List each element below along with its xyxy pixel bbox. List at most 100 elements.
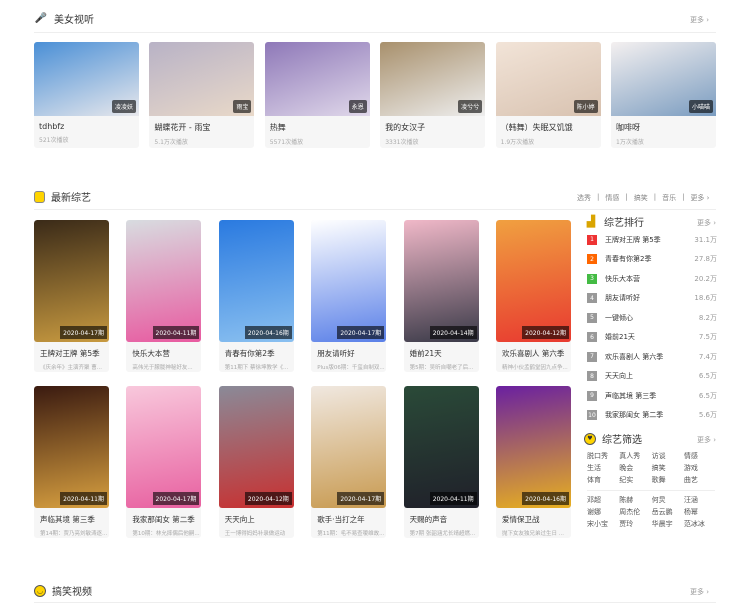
filter-person-link[interactable]: 谢娜 [587, 507, 601, 517]
filter-type-link[interactable]: 真人秀 [619, 451, 640, 461]
video-thumbnail[interactable]: 小喵喵 [611, 42, 716, 116]
rank-name[interactable]: 王牌对王牌 第5季 [605, 235, 694, 245]
show-title[interactable]: 歌手·当打之年 [311, 508, 386, 525]
video-title[interactable]: 蝴蝶花开 - 雨宝 [149, 116, 254, 133]
show-title[interactable]: 朋友请听好 [311, 342, 386, 359]
video-thumbnail[interactable]: 永恩 [264, 42, 370, 116]
ranking-item[interactable]: 2 青春有你第2季 27.8万 [587, 250, 717, 270]
ranking-item[interactable]: 8 天天向上 6.5万 [587, 367, 717, 387]
ranking-item[interactable]: 6 婚前21天 7.5万 [587, 328, 717, 348]
variety-card[interactable]: 2020-04-17期 歌手·当打之年 第11期：毛不易查嗄维故... [311, 386, 387, 538]
variety-card[interactable]: 2020-04-12期 天天向上 王一博得妈妈补录做运动 [218, 386, 294, 538]
filter-type-link[interactable]: 体育 [587, 475, 601, 485]
show-title[interactable]: 快乐大本营 [126, 342, 201, 359]
rank-name[interactable]: 天天向上 [605, 371, 699, 381]
ranking-item[interactable]: 10 我家那闺女 第二季 5.6万 [587, 406, 717, 426]
video-title[interactable]: 热舞 [265, 116, 370, 133]
rank-name[interactable]: 青春有你第2季 [605, 254, 694, 264]
ranking-item[interactable]: 4 朋友请听好 18.6万 [587, 289, 717, 309]
show-poster[interactable]: 2020-04-17期 [126, 386, 202, 508]
rank-name[interactable]: 婚前21天 [605, 332, 699, 342]
category-link[interactable]: 情感 [605, 193, 619, 203]
video-title[interactable]: 我的女汉子 [380, 116, 485, 133]
variety-card[interactable]: 2020-04-11期 声临其境 第三季 第14期：贾乃亮刘敏涛逐... [34, 386, 109, 538]
variety-card[interactable]: 2020-04-17期 我家那闺女 第二季 第10期：林允摔偶后他嗣... [126, 386, 202, 538]
video-card[interactable]: 小喵喵 咖啡呀 1万次播放 [611, 42, 716, 148]
variety-card[interactable]: 2020-04-17期 朋友请听好 Plus版06期：千玺自制双... [311, 220, 387, 372]
show-poster[interactable]: 2020-04-14期 [403, 220, 479, 342]
rank-name[interactable]: 一键倾心 [605, 313, 699, 323]
show-poster[interactable]: 2020-04-11期 [403, 386, 479, 508]
ranking-item[interactable]: 7 欢乐喜剧人 第六季 7.4万 [587, 347, 717, 367]
filter-person-link[interactable]: 陈赫 [619, 495, 633, 505]
video-thumbnail[interactable]: 陈小婷 [495, 42, 601, 116]
show-title[interactable]: 王牌对王牌 第5季 [34, 342, 109, 359]
show-poster[interactable]: 2020-04-11期 [34, 386, 109, 508]
filter-type-link[interactable]: 生活 [587, 463, 601, 473]
filter-type-link[interactable]: 情感 [684, 451, 698, 461]
show-title[interactable]: 婚前21天 [404, 342, 479, 359]
variety-card[interactable]: 2020-04-12期 欢乐喜剧人 第六季 精神小伙孟鹤堂因九点争... [496, 220, 571, 372]
video-card[interactable]: 凌兮兮 我的女汉子 3331次播放 [380, 42, 486, 148]
ranking-item[interactable]: 5 一键倾心 8.2万 [587, 308, 717, 328]
filter-person-link[interactable]: 宋小宝 [587, 519, 608, 529]
filter-person-link[interactable]: 贾玲 [619, 519, 633, 529]
video-thumbnail[interactable]: 雨宝 [149, 42, 255, 116]
filter-type-link[interactable]: 搞笑 [652, 463, 666, 473]
video-card[interactable]: 陈小婷 （韩舞）失眠又饥饿 1.9万次播放 [495, 42, 601, 148]
filter-person-link[interactable]: 何炅 [652, 495, 666, 505]
show-poster[interactable]: 2020-04-16期 [496, 386, 571, 508]
show-poster[interactable]: 2020-04-17期 [311, 220, 387, 342]
rank-name[interactable]: 我家那闺女 第二季 [605, 410, 699, 420]
category-link[interactable]: 更多 › [690, 193, 709, 203]
filter-type-link[interactable]: 歌舞 [652, 475, 666, 485]
category-link[interactable]: 搞笑 [634, 193, 648, 203]
filter-person-link[interactable]: 周杰伦 [619, 507, 640, 517]
filter-person-link[interactable]: 杨幂 [684, 507, 698, 517]
filter-type-link[interactable]: 脱口秀 [587, 451, 608, 461]
show-poster[interactable]: 2020-04-16期 [218, 220, 294, 342]
video-thumbnail[interactable]: 凌凌妖 [34, 42, 139, 116]
ranking-item[interactable]: 3 快乐大本营 20.2万 [587, 269, 717, 289]
filter-person-link[interactable]: 汪涵 [684, 495, 698, 505]
ranking-item[interactable]: 9 声临其境 第三季 6.5万 [587, 386, 717, 406]
variety-card[interactable]: 2020-04-17期 王牌对王牌 第5季 《庆余年》主演齐聚 曹... [34, 220, 109, 372]
filter-person-link[interactable]: 范冰冰 [684, 519, 705, 529]
show-title[interactable]: 声临其境 第三季 [34, 508, 109, 525]
show-title[interactable]: 青春有你第2季 [219, 342, 294, 359]
variety-card[interactable]: 2020-04-16期 爱情保卫战 抛下女友独兄弟过生日 ... [496, 386, 571, 538]
ranking-more-link[interactable]: 更多 › [697, 218, 716, 228]
category-link[interactable]: 选秀 [577, 193, 591, 203]
show-poster[interactable]: 2020-04-17期 [34, 220, 109, 342]
filter-person-link[interactable]: 岳云鹏 [652, 507, 673, 517]
variety-card[interactable]: 2020-04-16期 青春有你第2季 第11期下 蔡徐坤教学《... [218, 220, 294, 372]
rank-name[interactable]: 声临其境 第三季 [605, 391, 699, 401]
ranking-item[interactable]: 1 王牌对王牌 第5季 31.1万 [587, 230, 717, 250]
show-title[interactable]: 天天向上 [219, 508, 294, 525]
filter-type-link[interactable]: 游戏 [684, 463, 698, 473]
filter-type-link[interactable]: 晚会 [619, 463, 633, 473]
show-poster[interactable]: 2020-04-12期 [218, 386, 294, 508]
more-link[interactable]: 更多 › [690, 15, 709, 25]
video-card[interactable]: 雨宝 蝴蝶花开 - 雨宝 5.1万次播放 [149, 42, 255, 148]
video-card[interactable]: 凌凌妖 tdhbfz 521次播放 [34, 42, 139, 148]
video-title[interactable]: 咖啡呀 [611, 116, 716, 133]
show-poster[interactable]: 2020-04-11期 [126, 220, 202, 342]
rank-name[interactable]: 欢乐喜剧人 第六季 [605, 352, 699, 362]
filter-type-link[interactable]: 访谈 [652, 451, 666, 461]
rank-name[interactable]: 朋友请听好 [605, 293, 694, 303]
filter-type-link[interactable]: 曲艺 [684, 475, 698, 485]
video-title[interactable]: （韩舞）失眠又饥饿 [496, 116, 601, 133]
filter-type-link[interactable]: 纪实 [619, 475, 633, 485]
category-link[interactable]: 音乐 [662, 193, 676, 203]
variety-card[interactable]: 2020-04-11期 天赐的声音 第7期 张韶涵尤长靖超燃... [403, 386, 479, 538]
show-poster[interactable]: 2020-04-12期 [496, 220, 571, 342]
show-title[interactable]: 我家那闺女 第二季 [126, 508, 201, 525]
filter-more-link[interactable]: 更多 › [697, 435, 716, 445]
filter-person-link[interactable]: 邓超 [587, 495, 601, 505]
video-title[interactable]: tdhbfz [34, 116, 139, 131]
more-link[interactable]: 更多 › [690, 587, 709, 597]
show-title[interactable]: 爱情保卫战 [496, 508, 571, 525]
rank-name[interactable]: 快乐大本营 [605, 274, 694, 284]
show-title[interactable]: 天赐的声音 [404, 508, 479, 525]
